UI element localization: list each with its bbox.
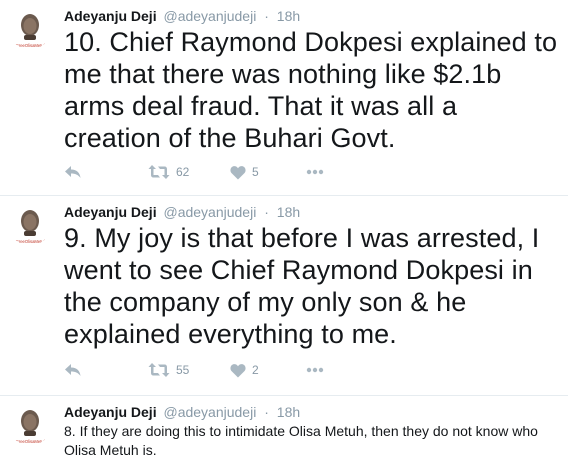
- timestamp[interactable]: 18h: [277, 404, 300, 420]
- reply-button[interactable]: [64, 360, 82, 380]
- more-button[interactable]: [306, 360, 324, 380]
- reply-icon: [65, 364, 81, 376]
- separator: ·: [264, 404, 269, 420]
- tweet-actions: 62 5: [64, 162, 364, 182]
- tweet-text: 9. My joy is that before I was arrested,…: [64, 223, 540, 349]
- author-name[interactable]: Adeyanju Deji: [64, 8, 157, 24]
- author-handle[interactable]: @adeyanjudeji: [163, 404, 256, 420]
- avatar-caption: #FreeOlisaMetuh: [14, 439, 47, 444]
- tweet-text: 10. Chief Raymond Dokpesi explained to m…: [64, 27, 558, 153]
- author-name[interactable]: Adeyanju Deji: [64, 204, 157, 220]
- avatar-caption: #FreeOlisaMetuh: [14, 239, 47, 244]
- heart-icon: [230, 363, 246, 377]
- like-count: 5: [252, 165, 259, 179]
- timestamp[interactable]: 18h: [277, 204, 300, 220]
- tweet-header: Adeyanju Deji @adeyanjudeji · 18h: [64, 7, 300, 25]
- tweet[interactable]: #FreeOlisaMetuh Adeyanju Deji @adeyanjud…: [0, 396, 568, 468]
- retweet-button[interactable]: 62: [148, 162, 189, 182]
- tweet[interactable]: #FreeOlisaMetuh Adeyanju Deji @adeyanjud…: [0, 196, 568, 396]
- tweet-text: 8. If they are doing this to intimidate …: [64, 423, 538, 458]
- like-button[interactable]: 2: [230, 360, 259, 380]
- author-handle[interactable]: @adeyanjudeji: [163, 204, 256, 220]
- avatar[interactable]: #FreeOlisaMetuh: [10, 206, 50, 246]
- separator: ·: [264, 8, 269, 24]
- avatar-image: #FreeOlisaMetuh: [14, 210, 47, 244]
- retweet-button[interactable]: 55: [148, 360, 189, 380]
- like-button[interactable]: 5: [230, 162, 259, 182]
- tweet[interactable]: #FreeOlisaMetuh Adeyanju Deji @adeyanjud…: [0, 0, 568, 196]
- tweet-header: Adeyanju Deji @adeyanjudeji · 18h: [64, 403, 300, 421]
- author-handle[interactable]: @adeyanjudeji: [163, 8, 256, 24]
- separator: ·: [264, 204, 269, 220]
- like-count: 2: [252, 363, 259, 377]
- tweet-header: Adeyanju Deji @adeyanjudeji · 18h: [64, 203, 300, 221]
- reply-button[interactable]: [64, 162, 82, 182]
- avatar-image: #FreeOlisaMetuh: [14, 410, 47, 444]
- retweet-count: 55: [176, 363, 190, 377]
- more-icon: [306, 367, 324, 373]
- avatar[interactable]: #FreeOlisaMetuh: [10, 10, 50, 50]
- heart-icon: [230, 165, 246, 179]
- timestamp[interactable]: 18h: [277, 8, 300, 24]
- retweet-icon: [148, 165, 170, 179]
- avatar[interactable]: #FreeOlisaMetuh: [10, 406, 50, 446]
- author-name[interactable]: Adeyanju Deji: [64, 404, 157, 420]
- retweet-icon: [148, 363, 170, 377]
- retweet-count: 62: [176, 165, 190, 179]
- tweet-actions: 55 2: [64, 360, 364, 380]
- reply-icon: [65, 166, 81, 178]
- avatar-image: #FreeOlisaMetuh: [14, 14, 47, 48]
- more-icon: [306, 169, 324, 175]
- more-button[interactable]: [306, 162, 324, 182]
- avatar-caption: #FreeOlisaMetuh: [14, 43, 47, 48]
